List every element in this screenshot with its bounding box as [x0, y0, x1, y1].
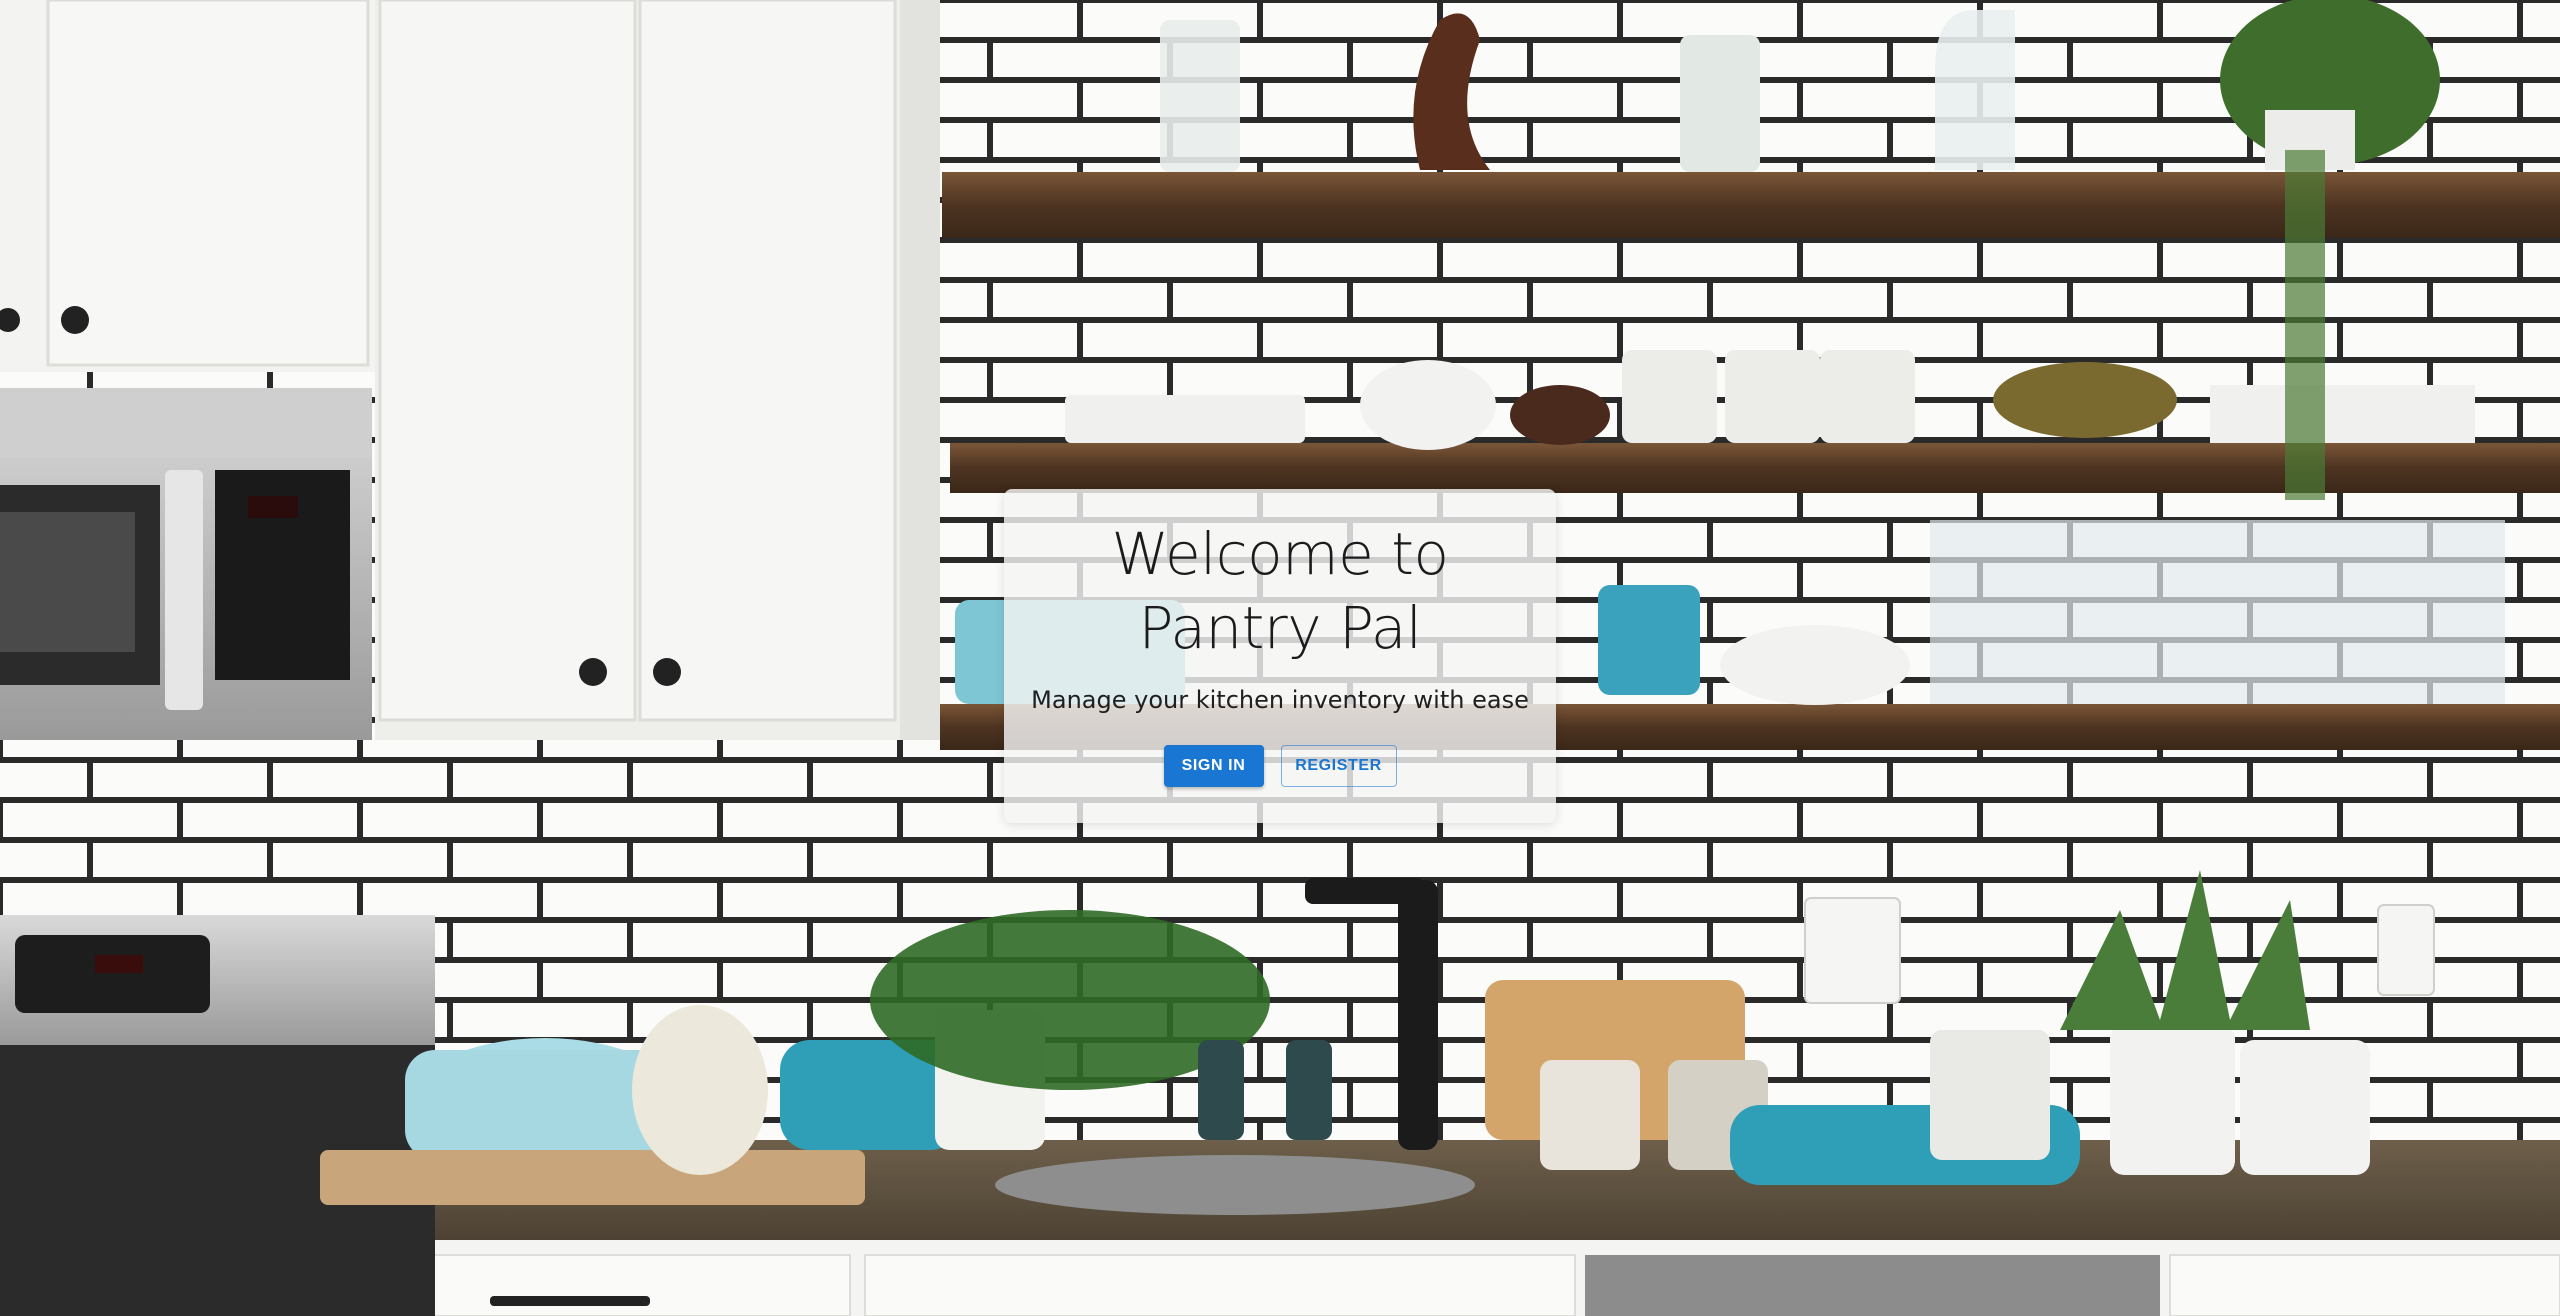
register-button[interactable]: REGISTER	[1280, 745, 1397, 787]
welcome-title: Welcome to Pantry Pal	[1040, 517, 1520, 665]
sign-in-button[interactable]: SIGN IN	[1163, 745, 1264, 787]
welcome-title-line2: Pantry Pal	[1138, 594, 1422, 662]
auth-button-row: SIGN IN REGISTER	[1004, 745, 1556, 787]
welcome-subtitle: Manage your kitchen inventory with ease	[1031, 686, 1529, 714]
welcome-title-line1: Welcome to	[1111, 520, 1449, 588]
welcome-card: Welcome to Pantry Pal Manage your kitche…	[1004, 489, 1556, 823]
